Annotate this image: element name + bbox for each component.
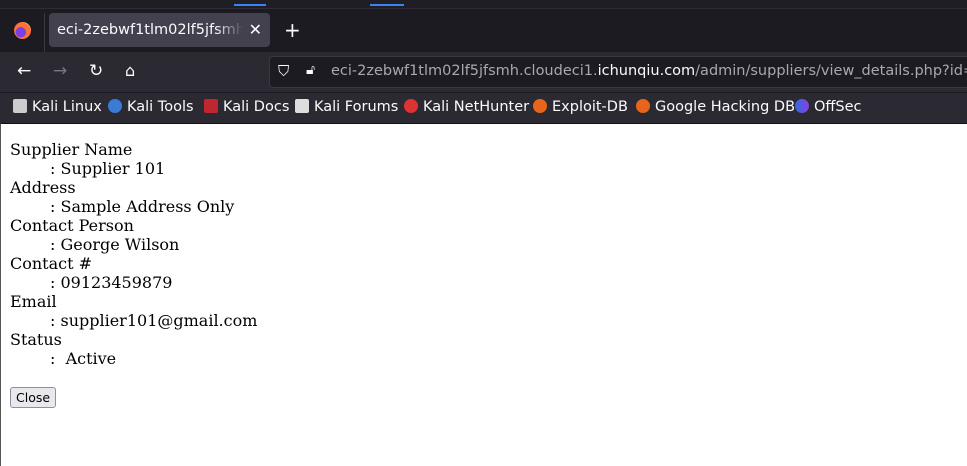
taskbar-indicator	[234, 4, 266, 6]
new-tab-button[interactable]: +	[284, 18, 301, 42]
ghdb-icon	[636, 99, 650, 113]
kali-tools-icon	[108, 99, 122, 113]
value-email: : supplier101@gmail.com	[50, 311, 258, 330]
bookmark-label: Google Hacking DB	[655, 99, 796, 115]
url-path: /admin/suppliers/view_details.php?id=1	[695, 63, 967, 79]
bookmark-kali-forums[interactable]: Kali Forums	[295, 99, 398, 115]
divider	[44, 13, 45, 53]
page-content: Supplier Name : Supplier 101 Address : S…	[0, 123, 967, 466]
url-text[interactable]: eci-2zebwf1tlm02lf5jfsmh.cloudeci1.ichun…	[331, 63, 967, 79]
close-button[interactable]: Close	[10, 387, 57, 408]
bookmark-label: Kali NetHunter	[423, 99, 530, 115]
forward-icon[interactable]: →	[53, 61, 67, 81]
bookmark-label: Kali Tools	[127, 99, 194, 115]
bookmark-label: Exploit-DB	[552, 99, 628, 115]
label-email: Email	[10, 292, 57, 311]
nethunter-icon	[404, 99, 418, 113]
home-icon[interactable]: ⌂	[125, 61, 135, 80]
bookmark-kali-tools[interactable]: Kali Tools	[108, 99, 194, 115]
url-domain: ichunqiu.com	[597, 63, 696, 79]
tab-bar: eci-2zebwf1tlm02lf5jfsmh.cloudeci1.ichun…	[0, 8, 967, 53]
kali-docs-icon	[204, 99, 218, 113]
bookmarks-toolbar: Kali Linux Kali Tools Kali Docs Kali For…	[0, 92, 967, 123]
supplier-details: Supplier Name : Supplier 101 Address : S…	[10, 140, 958, 368]
bookmark-kali-docs[interactable]: Kali Docs	[204, 99, 289, 115]
label-contact-person: Contact Person	[10, 216, 134, 235]
bookmark-label: Kali Linux	[32, 99, 102, 115]
close-tab-icon[interactable]: ✕	[249, 13, 262, 47]
bookmark-kali-linux[interactable]: Kali Linux	[13, 99, 102, 115]
back-icon[interactable]: ←	[17, 61, 31, 81]
url-prefix: eci-2zebwf1tlm02lf5jfsmh.cloudeci1.	[331, 63, 598, 79]
shield-icon[interactable]: ⛉	[278, 62, 289, 80]
nav-bar: ← → ↻ ⌂ ⛉ 🔓︎ eci-2zebwf1tlm02lf5jfsmh.cl…	[0, 52, 967, 92]
tab-title: eci-2zebwf1tlm02lf5jfsmh.cloudeci1.ichun…	[57, 22, 243, 38]
tab-active[interactable]: eci-2zebwf1tlm02lf5jfsmh.cloudeci1.ichun…	[49, 13, 270, 47]
bookmark-kali-nethunter[interactable]: Kali NetHunter	[404, 99, 529, 115]
kali-dragon-icon	[13, 99, 27, 113]
url-bar[interactable]: ⛉ 🔓︎ eci-2zebwf1tlm02lf5jfsmh.cloudeci1.…	[269, 56, 967, 88]
taskbar-indicator	[370, 4, 404, 6]
bookmark-label: OffSec	[814, 99, 862, 115]
bookmark-label: Kali Forums	[314, 99, 399, 115]
offsec-icon	[795, 99, 809, 113]
insecure-lock-icon[interactable]: 🔓︎	[306, 62, 315, 78]
value-address: : Sample Address Only	[50, 197, 235, 216]
kali-forums-icon	[295, 99, 309, 113]
label-status: Status	[10, 330, 62, 349]
value-contact-person: : George Wilson	[50, 235, 180, 254]
bookmark-exploit-db[interactable]: Exploit-DB	[533, 99, 628, 115]
label-address: Address	[10, 178, 76, 197]
label-contact-number: Contact #	[10, 254, 93, 273]
bookmark-offsec[interactable]: OffSec	[795, 99, 862, 115]
firefox-icon[interactable]	[14, 22, 31, 39]
bookmark-google-hacking-db[interactable]: Google Hacking DB	[636, 99, 795, 115]
bookmark-label: Kali Docs	[223, 99, 290, 115]
value-supplier-name: : Supplier 101	[50, 159, 166, 178]
label-supplier-name: Supplier Name	[10, 140, 133, 159]
exploit-db-icon	[533, 99, 547, 113]
value-contact-number: : 09123459879	[50, 273, 173, 292]
reload-icon[interactable]: ↻	[89, 61, 103, 81]
value-status: : Active	[50, 349, 117, 368]
